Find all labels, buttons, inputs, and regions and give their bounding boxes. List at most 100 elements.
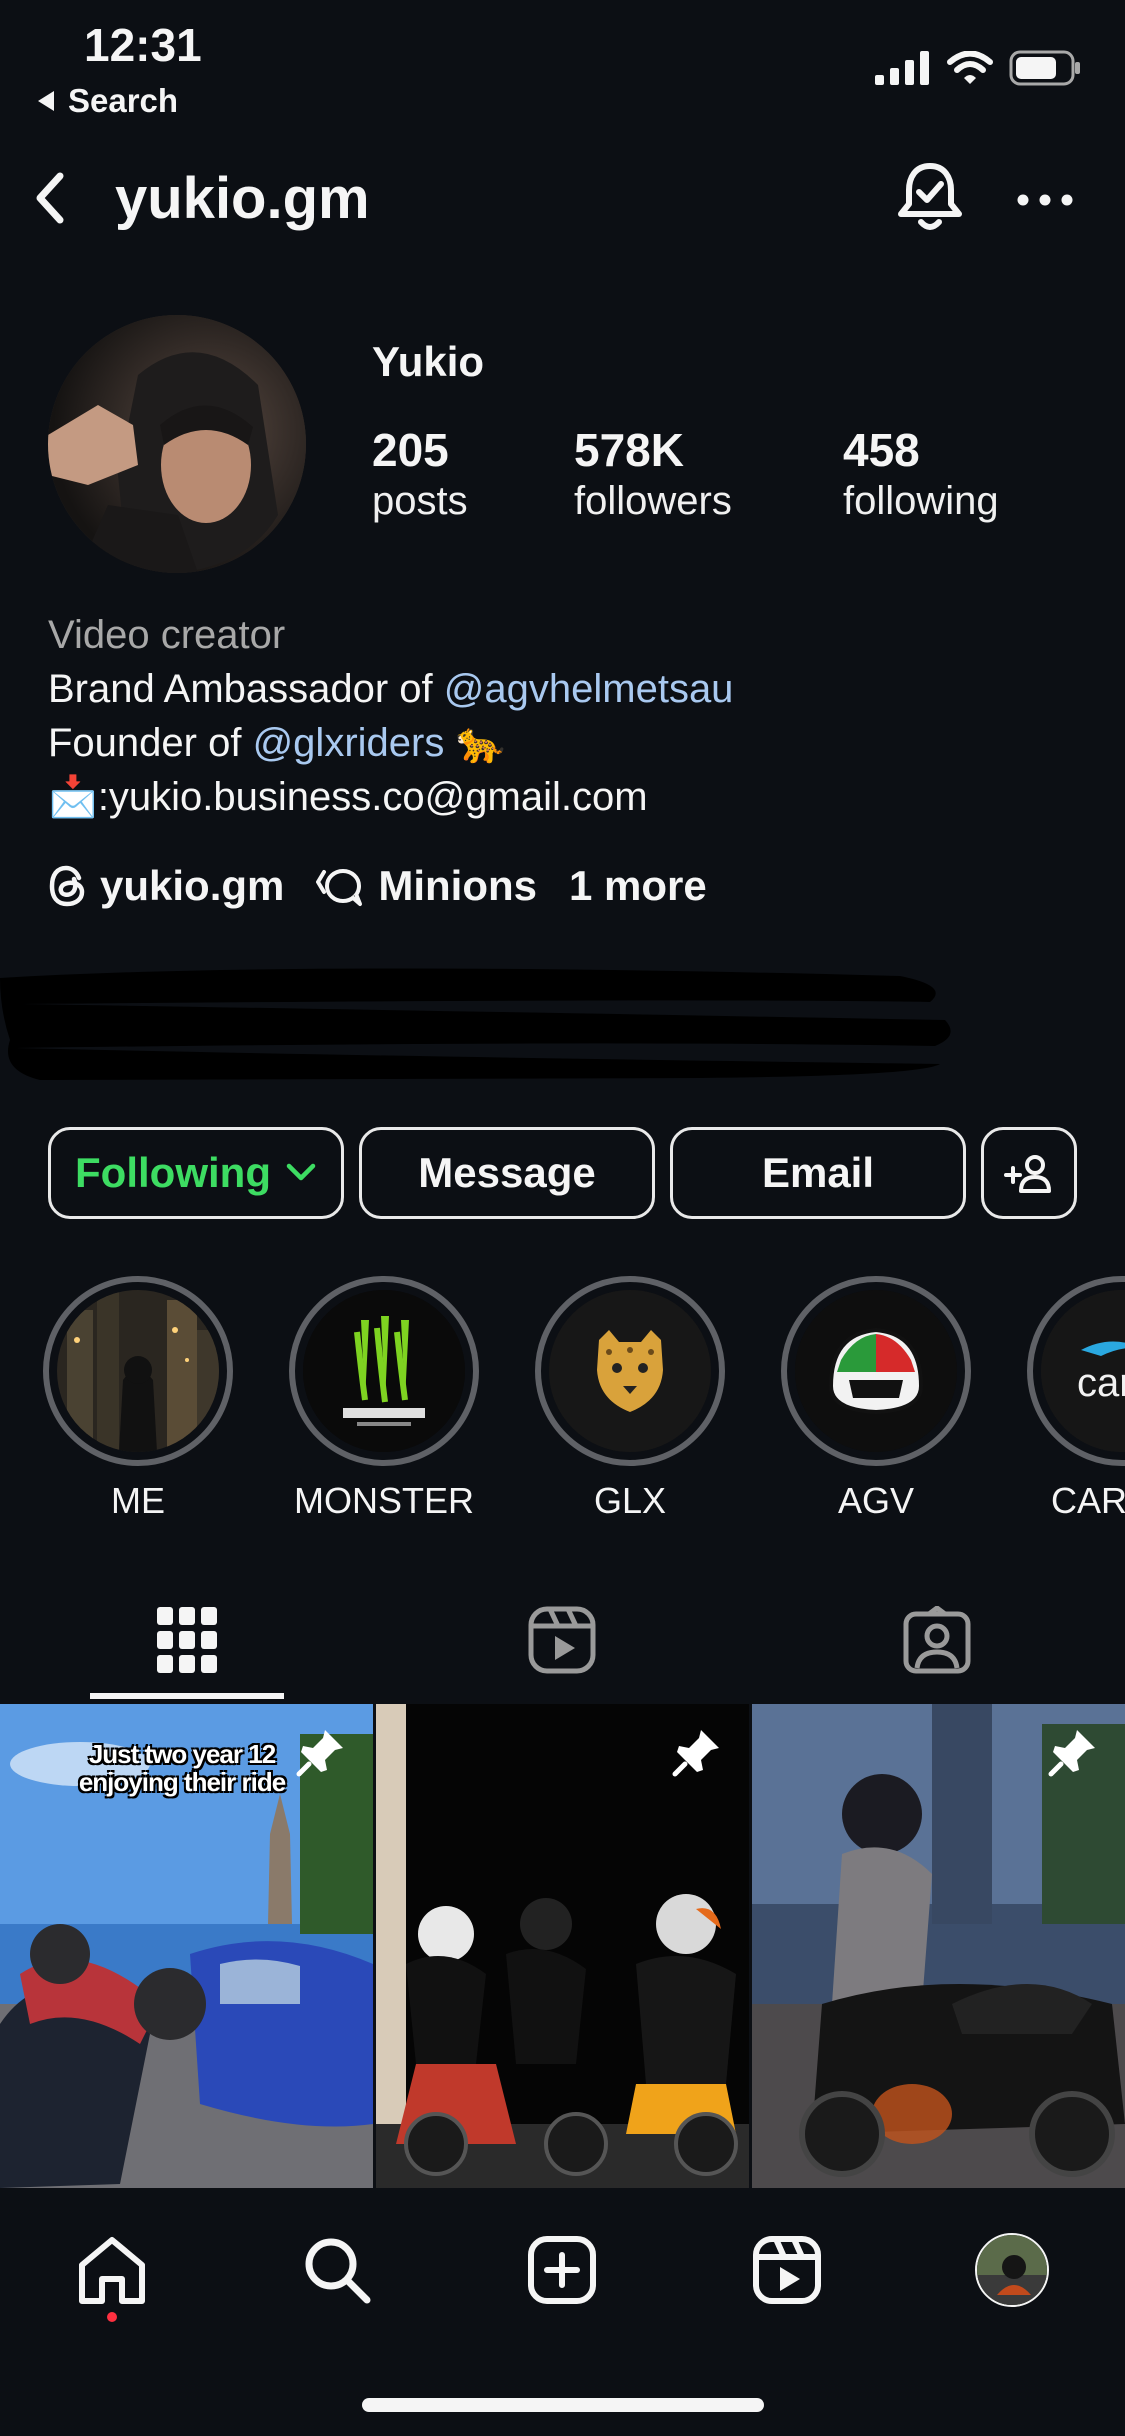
bio-line-founder: Founder of @glxriders 🐆 — [48, 716, 733, 770]
more-options-button[interactable] — [1010, 170, 1080, 230]
bio-line-email: 📩:yukio.business.co@gmail.com — [48, 770, 733, 824]
highlight-monster-cover — [303, 1290, 465, 1452]
pin-icon — [1048, 1730, 1095, 1777]
highlight-ring — [43, 1276, 233, 1466]
threads-link[interactable]: yukio.gm — [48, 862, 284, 910]
stat-posts-value: 205 — [372, 424, 449, 476]
profile-avatar-image — [977, 2235, 1047, 2305]
highlight-label: CAR — [1051, 1480, 1125, 1521]
highlight-glx[interactable]: GLX — [535, 1276, 725, 1522]
tagged-icon — [903, 1606, 971, 1674]
pin-icon — [672, 1730, 719, 1777]
home-indicator[interactable] — [362, 2398, 764, 2412]
car-logo-icon: car — [1041, 1290, 1125, 1452]
profile-bio: Video creator Brand Ambassador of @agvhe… — [48, 608, 733, 824]
city-night-image — [57, 1290, 219, 1452]
broadcast-channel-icon — [316, 869, 363, 906]
highlight-monster[interactable]: MONSTER — [289, 1276, 479, 1522]
envelope-emoji: 📩 — [48, 775, 98, 819]
mention-glxriders[interactable]: @glxriders — [253, 721, 445, 765]
back-triangle-icon — [38, 91, 54, 111]
bio-category: Video creator — [48, 613, 286, 657]
redaction-scribble — [0, 968, 951, 1080]
bio-line-founder-text: Founder of — [48, 721, 253, 765]
following-button[interactable]: Following — [48, 1127, 344, 1219]
back-to-app-link[interactable]: Search — [36, 82, 178, 120]
highlight-agv-cover — [795, 1290, 957, 1452]
channel-link-label: Minions — [378, 862, 538, 909]
post-tile[interactable] — [376, 1704, 749, 2188]
back-button[interactable] — [22, 160, 82, 236]
profile-avatar-small — [975, 2233, 1049, 2307]
stat-posts[interactable]: 205 posts — [372, 424, 468, 526]
stat-followers-value: 578K — [574, 424, 684, 476]
email-button-label: Email — [761, 1149, 875, 1196]
stat-following[interactable]: 458 following — [843, 424, 999, 526]
back-chevron-icon — [36, 172, 64, 224]
threads-icon — [49, 865, 85, 907]
nav-search[interactable] — [292, 2225, 382, 2315]
svg-text:car: car — [1077, 1361, 1125, 1405]
agv-logo-icon — [795, 1290, 957, 1452]
reels-icon — [528, 1606, 596, 1674]
stat-followers-label: followers — [574, 479, 732, 523]
bio-line-ambassador-text: Brand Ambassador of — [48, 667, 444, 711]
highlight-label: GLX — [593, 1480, 667, 1521]
profile-username: yukio.gm — [115, 166, 370, 231]
highlight-me-cover — [57, 1290, 219, 1452]
profile-avatar[interactable] — [48, 315, 306, 573]
stat-following-label: following — [843, 479, 999, 523]
suggested-users-button[interactable] — [981, 1127, 1077, 1219]
home-icon — [79, 2237, 145, 2304]
cellular-signal-icon — [875, 51, 929, 85]
highlight-ring — [781, 1276, 971, 1466]
highlight-label: ME — [111, 1480, 165, 1521]
back-app-label: Search — [68, 82, 179, 119]
notification-bell-check-icon — [898, 163, 962, 230]
notifications-button[interactable] — [895, 160, 965, 236]
battery-icon — [1009, 50, 1080, 86]
stat-posts-label: posts — [372, 479, 468, 523]
redacted-area — [0, 960, 960, 1080]
nav-home[interactable] — [67, 2225, 157, 2315]
message-button[interactable]: Message — [359, 1127, 655, 1219]
status-icons — [875, 50, 1081, 86]
active-tab-indicator — [90, 1693, 284, 1699]
highlight-agv[interactable]: AGV — [781, 1276, 971, 1522]
highlight-ring: car — [1027, 1276, 1125, 1466]
search-icon — [305, 2238, 371, 2304]
bio-line-ambassador: Brand Ambassador of @agvhelmetsau — [48, 662, 733, 716]
stat-followers[interactable]: 578K followers — [574, 424, 732, 526]
nav-reels[interactable] — [742, 2225, 832, 2315]
profile-photo — [48, 315, 306, 573]
highlight-label: AGV — [837, 1480, 915, 1521]
nav-profile[interactable] — [967, 2225, 1057, 2315]
message-button-label: Message — [418, 1149, 596, 1196]
tab-posts-grid[interactable] — [117, 1595, 257, 1685]
notification-dot — [107, 2312, 117, 2322]
highlight-car[interactable]: car CAR — [1027, 1276, 1125, 1522]
profile-links-row: yukio.gm Minions 1 more — [48, 862, 739, 910]
add-person-icon — [1004, 1155, 1051, 1193]
threads-link-label: yukio.gm — [100, 862, 285, 909]
chevron-down-icon — [286, 1163, 316, 1181]
tab-reels[interactable] — [492, 1595, 632, 1685]
tab-tagged[interactable] — [867, 1595, 1007, 1685]
highlight-me[interactable]: ME — [43, 1276, 233, 1522]
more-icon — [1017, 194, 1073, 206]
more-links-button[interactable]: 1 more — [569, 862, 707, 910]
cheetah-logo-icon — [549, 1290, 711, 1452]
highlight-glx-cover — [549, 1290, 711, 1452]
post-caption: Just two year 12 enjoying their ride — [78, 1739, 286, 1797]
mention-agvhelmetsau[interactable]: @agvhelmetsau — [444, 667, 734, 711]
channel-link[interactable]: Minions — [316, 862, 537, 910]
pin-icon — [296, 1730, 343, 1777]
post-tile[interactable] — [752, 1704, 1125, 2188]
post-tile[interactable]: Just two year 12 enjoying their ride — [0, 1704, 373, 2188]
nav-create[interactable] — [517, 2225, 607, 2315]
reels-icon — [753, 2236, 821, 2304]
email-button[interactable]: Email — [670, 1127, 966, 1219]
bio-email-text: :yukio.business.co@gmail.com — [97, 775, 648, 819]
grid-icon — [157, 1607, 217, 1673]
profile-display-name: Yukio — [372, 338, 485, 385]
